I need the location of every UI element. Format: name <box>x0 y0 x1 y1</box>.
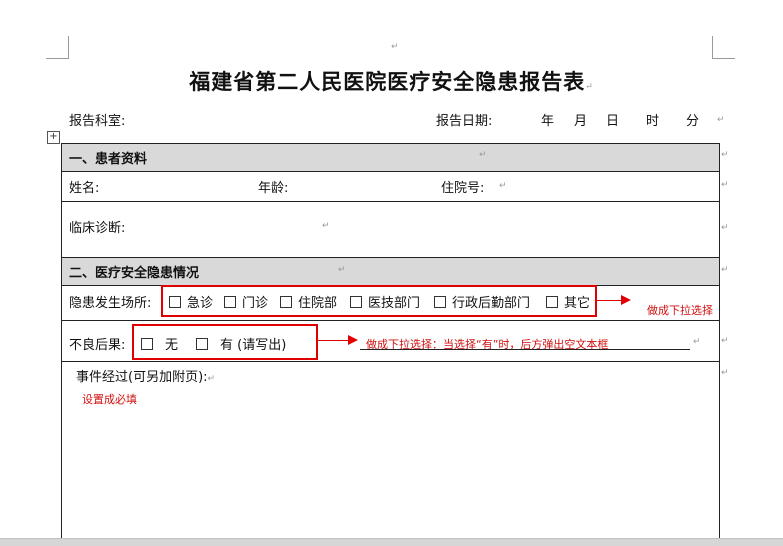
location-options-highlight <box>161 285 597 317</box>
paragraph-mark: ↵ <box>721 180 729 190</box>
admission-number-label: 住院号: <box>441 181 485 196</box>
paragraph-mark: ↵ <box>322 221 330 231</box>
date-minute: 分 <box>686 114 700 129</box>
paragraph-mark: ↵ <box>479 150 487 160</box>
report-dept-label: 报告科室: <box>69 114 126 129</box>
arrowhead-icon <box>621 295 631 305</box>
crop-mark-top-right <box>712 36 735 59</box>
paragraph-mark: ↵ <box>721 368 729 378</box>
paragraph-mark: ↵ <box>391 42 399 52</box>
date-month: 月 <box>574 114 588 129</box>
paragraph-mark: ↵ <box>721 336 729 346</box>
required-note: 设置成必填 <box>82 393 137 406</box>
document-title: 福建省第二人民医院医疗安全隐患报告表↵ <box>189 69 594 94</box>
location-label: 隐患发生场所: <box>69 296 152 311</box>
date-day: 日 <box>606 114 620 129</box>
paragraph-mark: ↵ <box>717 115 725 125</box>
event-description-label: 事件经过(可另加附页):↵ <box>76 370 216 385</box>
paragraph-mark: ↵ <box>499 181 507 191</box>
date-year: 年 <box>541 114 555 129</box>
arrowhead-icon <box>348 335 358 345</box>
table-move-handle-icon[interactable]: + <box>47 131 60 144</box>
location-dropdown-note: 做成下拉选择 <box>647 304 713 317</box>
note-underline <box>360 349 690 350</box>
date-hour: 时 <box>646 114 660 129</box>
consequence-options-highlight <box>132 324 318 360</box>
paragraph-mark: ↵ <box>721 150 729 160</box>
crop-mark-top-left <box>46 36 69 59</box>
paragraph-mark: ↵ <box>721 223 729 233</box>
paragraph-mark: ↵ <box>721 265 729 275</box>
report-date-label: 报告日期: <box>436 114 493 129</box>
age-label: 年龄: <box>258 181 289 196</box>
location-arrow <box>597 300 623 301</box>
paragraph-mark: ↵ <box>693 337 701 347</box>
paragraph-mark: ↵ <box>338 265 346 275</box>
consequence-arrow <box>318 340 350 341</box>
section-heading-patient: 一、患者资料 <box>69 152 148 167</box>
diagnosis-label: 临床诊断: <box>69 221 126 236</box>
name-label: 姓名: <box>69 181 100 196</box>
section-heading-safety: 二、医疗安全隐患情况 <box>69 266 200 281</box>
consequence-label: 不良后果: <box>69 338 126 353</box>
